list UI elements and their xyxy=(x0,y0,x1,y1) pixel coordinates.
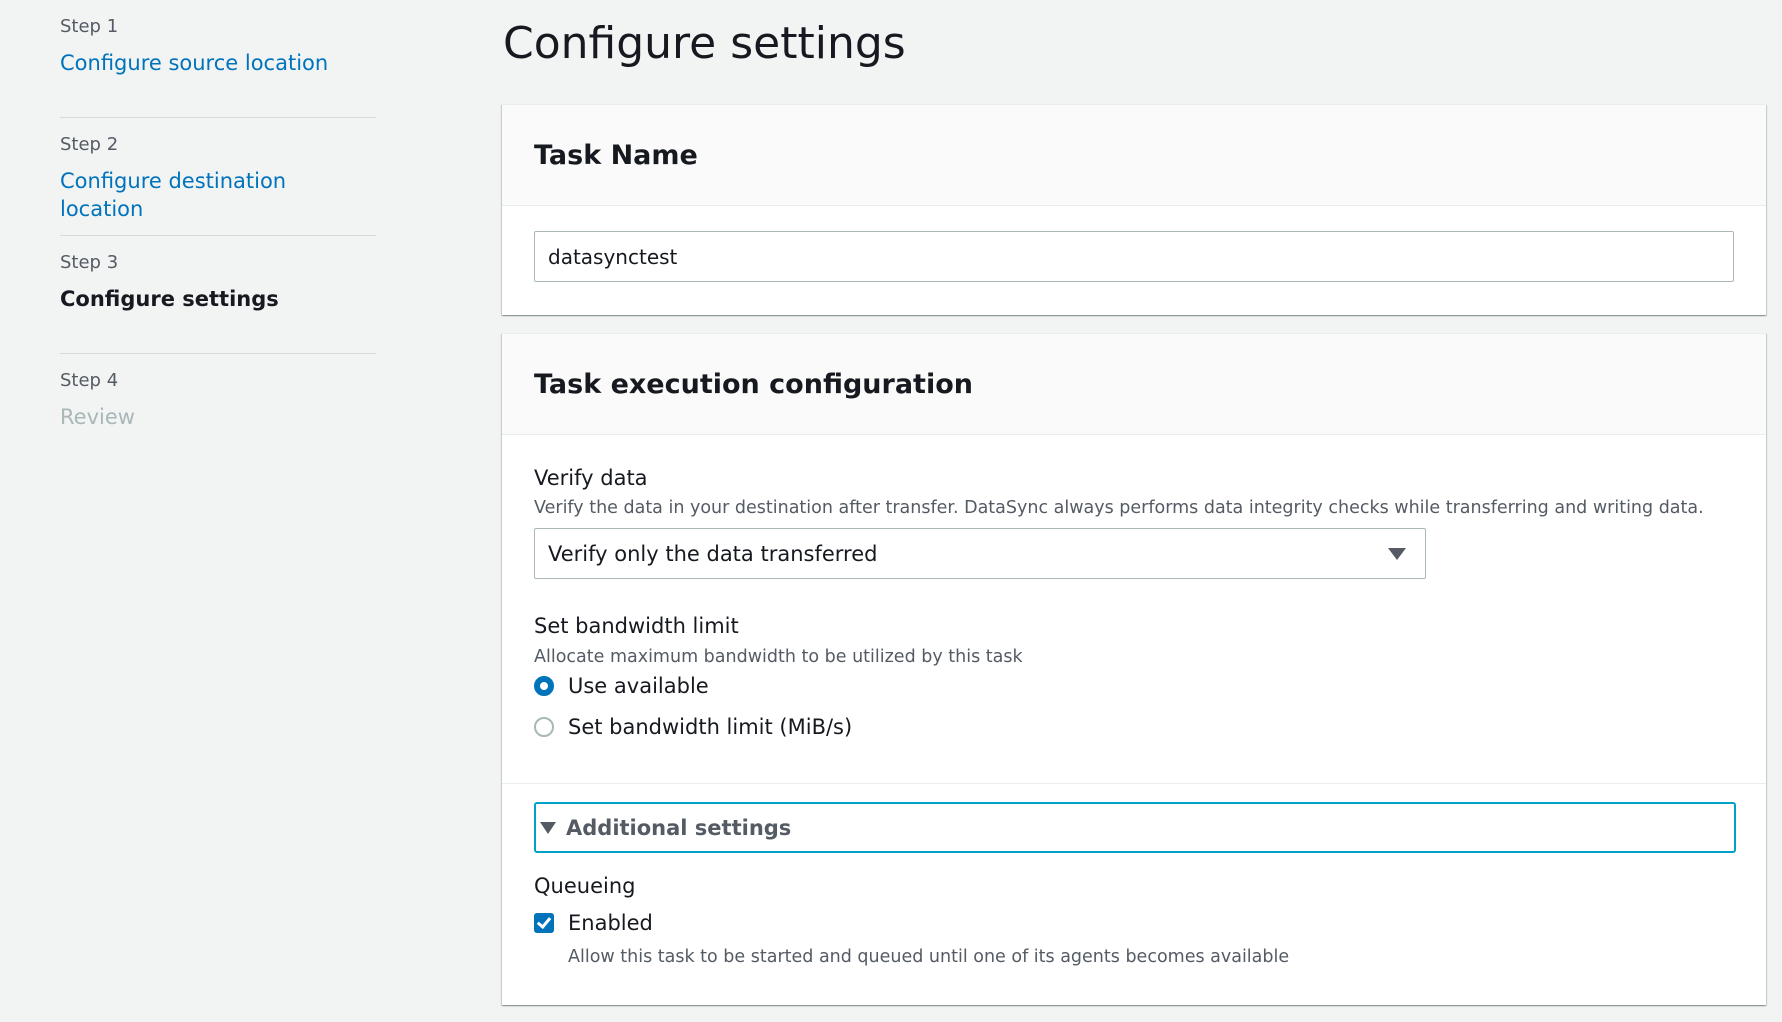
step-number: Step 2 xyxy=(60,134,119,155)
radio-unchecked-icon[interactable] xyxy=(534,717,554,737)
panel-title: Task execution configuration xyxy=(534,368,973,400)
radio-set-bandwidth-limit[interactable]: Set bandwidth limit (MiB/s) xyxy=(534,715,852,739)
select-value: Verify only the data transferred xyxy=(548,541,878,566)
checkbox-label: Enabled xyxy=(568,911,653,935)
wizard-step-2: Step 2 Configure destination location xyxy=(60,118,376,236)
additional-settings-expander[interactable]: Additional settings xyxy=(534,802,1736,853)
step-review-disabled: Review xyxy=(60,405,135,429)
wizard-step-1: Step 1 Configure source location xyxy=(60,0,376,118)
checkbox-checked-icon[interactable] xyxy=(534,913,554,933)
step-link-configure-destination[interactable]: Configure destination location xyxy=(60,167,376,223)
radio-checked-icon[interactable] xyxy=(534,676,554,696)
step-number: Step 1 xyxy=(60,16,119,37)
queueing-description: Allow this task to be started and queued… xyxy=(568,947,1290,967)
panel-header: Task Name xyxy=(502,105,1766,206)
step-link-configure-source[interactable]: Configure source location xyxy=(60,49,376,77)
panel-header: Task execution configuration xyxy=(502,334,1766,435)
section-divider xyxy=(502,783,1766,784)
bandwidth-label: Set bandwidth limit xyxy=(534,614,739,638)
wizard-step-3: Step 3 Configure settings xyxy=(60,236,376,354)
step-number: Step 3 xyxy=(60,252,119,273)
task-name-panel: Task Name xyxy=(502,104,1766,315)
verify-data-select[interactable]: Verify only the data transferred xyxy=(534,528,1426,579)
verify-data-label: Verify data xyxy=(534,466,648,490)
radio-label: Use available xyxy=(568,674,709,698)
step-current-configure-settings: Configure settings xyxy=(60,287,279,311)
radio-label: Set bandwidth limit (MiB/s) xyxy=(568,715,853,739)
caret-down-icon xyxy=(1388,547,1406,560)
panel-title: Task Name xyxy=(534,139,698,171)
wizard-step-4: Step 4 Review xyxy=(60,354,376,472)
step-number: Step 4 xyxy=(60,370,119,391)
bandwidth-description: Allocate maximum bandwidth to be utilize… xyxy=(534,647,1023,667)
verify-data-description: Verify the data in your destination afte… xyxy=(534,498,1704,518)
queueing-label: Queueing xyxy=(534,874,636,898)
wizard-steps-nav: Step 1 Configure source location Step 2 … xyxy=(60,0,376,472)
caret-down-icon xyxy=(540,821,556,834)
queueing-enabled-checkbox-row[interactable]: Enabled xyxy=(534,911,653,935)
radio-use-available[interactable]: Use available xyxy=(534,674,709,698)
task-execution-panel: Task execution configuration Verify data… xyxy=(502,333,1766,1005)
page-title: Configure settings xyxy=(503,18,906,69)
expander-label: Additional settings xyxy=(566,815,792,840)
task-name-input[interactable] xyxy=(534,231,1734,282)
